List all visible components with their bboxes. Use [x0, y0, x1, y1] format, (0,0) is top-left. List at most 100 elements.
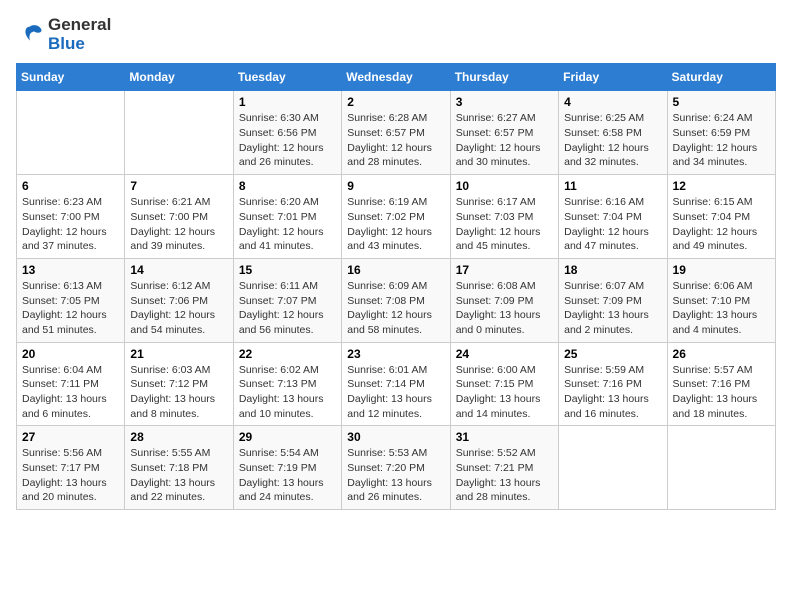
day-number: 1: [239, 95, 336, 109]
day-of-week-header: Monday: [125, 64, 233, 91]
calendar-cell: 21 Sunrise: 6:03 AM Sunset: 7:12 PM Dayli…: [125, 342, 233, 426]
calendar-cell: 15Sunrise: 6:11 AM Sunset: 7:07 PM Dayli…: [233, 258, 341, 342]
calendar-cell: [17, 91, 125, 175]
day-info: Sunrise: 6:24 AM Sunset: 6:59 PM Dayligh…: [673, 111, 770, 170]
day-of-week-header: Saturday: [667, 64, 775, 91]
day-number: 6: [22, 179, 119, 193]
calendar-cell: 28 Sunrise: 5:55 AM Sunset: 7:18 PM Dayli…: [125, 426, 233, 510]
day-number: 7: [130, 179, 227, 193]
day-number: 30: [347, 430, 444, 444]
calendar-cell: 17Sunrise: 6:08 AM Sunset: 7:09 PM Dayli…: [450, 258, 558, 342]
calendar-cell: 26Sunrise: 5:57 AM Sunset: 7:16 PM Dayli…: [667, 342, 775, 426]
day-number: 10: [456, 179, 553, 193]
day-info: Sunrise: 5:57 AM Sunset: 7:16 PM Dayligh…: [673, 363, 770, 422]
calendar-cell: 29 Sunrise: 5:54 AM Sunset: 7:19 PM Dayli…: [233, 426, 341, 510]
day-info: Sunrise: 6:16 AM Sunset: 7:04 PM Dayligh…: [564, 195, 661, 254]
day-info: Sunrise: 6:06 AM Sunset: 7:10 PM Dayligh…: [673, 279, 770, 338]
calendar-week-row: 6 Sunrise: 6:23 AM Sunset: 7:00 PM Daylig…: [17, 175, 776, 259]
calendar-header: SundayMondayTuesdayWednesdayThursdayFrid…: [17, 64, 776, 91]
day-info: Sunrise: 5:59 AM Sunset: 7:16 PM Dayligh…: [564, 363, 661, 422]
calendar-week-row: 13 Sunrise: 6:13 AM Sunset: 7:05 PM Dayli…: [17, 258, 776, 342]
day-info: Sunrise: 5:56 AM Sunset: 7:17 PM Dayligh…: [22, 446, 119, 505]
calendar-cell: 1Sunrise: 6:30 AM Sunset: 6:56 PM Daylig…: [233, 91, 341, 175]
page-header: General Blue: [16, 16, 776, 53]
calendar-cell: 30 Sunrise: 5:53 AM Sunset: 7:20 PM Dayli…: [342, 426, 450, 510]
day-number: 3: [456, 95, 553, 109]
day-number: 13: [22, 263, 119, 277]
calendar-cell: [667, 426, 775, 510]
day-number: 23: [347, 347, 444, 361]
calendar-cell: 31 Sunrise: 5:52 AM Sunset: 7:21 PM Dayli…: [450, 426, 558, 510]
day-info: Sunrise: 5:53 AM Sunset: 7:20 PM Dayligh…: [347, 446, 444, 505]
day-info: Sunrise: 6:07 AM Sunset: 7:09 PM Dayligh…: [564, 279, 661, 338]
logo-line1: General: [48, 16, 111, 35]
day-number: 25: [564, 347, 661, 361]
calendar-cell: 11 Sunrise: 6:16 AM Sunset: 7:04 PM Dayli…: [559, 175, 667, 259]
days-of-week-row: SundayMondayTuesdayWednesdayThursdayFrid…: [17, 64, 776, 91]
calendar-table: SundayMondayTuesdayWednesdayThursdayFrid…: [16, 63, 776, 510]
day-info: Sunrise: 6:02 AM Sunset: 7:13 PM Dayligh…: [239, 363, 336, 422]
day-info: Sunrise: 6:28 AM Sunset: 6:57 PM Dayligh…: [347, 111, 444, 170]
calendar-cell: 7 Sunrise: 6:21 AM Sunset: 7:00 PM Daylig…: [125, 175, 233, 259]
calendar-cell: 4 Sunrise: 6:25 AM Sunset: 6:58 PM Daylig…: [559, 91, 667, 175]
day-info: Sunrise: 6:15 AM Sunset: 7:04 PM Dayligh…: [673, 195, 770, 254]
calendar-week-row: 1Sunrise: 6:30 AM Sunset: 6:56 PM Daylig…: [17, 91, 776, 175]
day-number: 16: [347, 263, 444, 277]
day-info: Sunrise: 6:25 AM Sunset: 6:58 PM Dayligh…: [564, 111, 661, 170]
calendar-cell: 2 Sunrise: 6:28 AM Sunset: 6:57 PM Daylig…: [342, 91, 450, 175]
day-info: Sunrise: 5:54 AM Sunset: 7:19 PM Dayligh…: [239, 446, 336, 505]
calendar-cell: 18 Sunrise: 6:07 AM Sunset: 7:09 PM Dayli…: [559, 258, 667, 342]
day-of-week-header: Thursday: [450, 64, 558, 91]
logo-line2: Blue: [48, 35, 111, 54]
day-info: Sunrise: 6:19 AM Sunset: 7:02 PM Dayligh…: [347, 195, 444, 254]
calendar-cell: 12 Sunrise: 6:15 AM Sunset: 7:04 PM Dayli…: [667, 175, 775, 259]
day-info: Sunrise: 5:55 AM Sunset: 7:18 PM Dayligh…: [130, 446, 227, 505]
calendar-cell: 5 Sunrise: 6:24 AM Sunset: 6:59 PM Daylig…: [667, 91, 775, 175]
calendar-cell: 3 Sunrise: 6:27 AM Sunset: 6:57 PM Daylig…: [450, 91, 558, 175]
day-number: 21: [130, 347, 227, 361]
calendar-cell: 19Sunrise: 6:06 AM Sunset: 7:10 PM Dayli…: [667, 258, 775, 342]
day-number: 22: [239, 347, 336, 361]
day-number: 31: [456, 430, 553, 444]
day-number: 14: [130, 263, 227, 277]
calendar-cell: 10 Sunrise: 6:17 AM Sunset: 7:03 PM Dayli…: [450, 175, 558, 259]
day-number: 29: [239, 430, 336, 444]
day-number: 5: [673, 95, 770, 109]
day-info: Sunrise: 6:03 AM Sunset: 7:12 PM Dayligh…: [130, 363, 227, 422]
day-number: 11: [564, 179, 661, 193]
day-number: 12: [673, 179, 770, 193]
day-number: 8: [239, 179, 336, 193]
day-info: Sunrise: 6:12 AM Sunset: 7:06 PM Dayligh…: [130, 279, 227, 338]
calendar-cell: 22 Sunrise: 6:02 AM Sunset: 7:13 PM Dayli…: [233, 342, 341, 426]
day-number: 18: [564, 263, 661, 277]
day-number: 24: [456, 347, 553, 361]
day-number: 2: [347, 95, 444, 109]
calendar-cell: 25 Sunrise: 5:59 AM Sunset: 7:16 PM Dayli…: [559, 342, 667, 426]
day-of-week-header: Sunday: [17, 64, 125, 91]
day-info: Sunrise: 5:52 AM Sunset: 7:21 PM Dayligh…: [456, 446, 553, 505]
logo: General Blue: [16, 16, 111, 53]
calendar-body: 1Sunrise: 6:30 AM Sunset: 6:56 PM Daylig…: [17, 91, 776, 510]
day-info: Sunrise: 6:23 AM Sunset: 7:00 PM Dayligh…: [22, 195, 119, 254]
calendar-cell: 14 Sunrise: 6:12 AM Sunset: 7:06 PM Dayli…: [125, 258, 233, 342]
calendar-cell: 6 Sunrise: 6:23 AM Sunset: 7:00 PM Daylig…: [17, 175, 125, 259]
day-number: 4: [564, 95, 661, 109]
day-info: Sunrise: 6:27 AM Sunset: 6:57 PM Dayligh…: [456, 111, 553, 170]
calendar-cell: 9 Sunrise: 6:19 AM Sunset: 7:02 PM Daylig…: [342, 175, 450, 259]
day-info: Sunrise: 6:21 AM Sunset: 7:00 PM Dayligh…: [130, 195, 227, 254]
day-info: Sunrise: 6:17 AM Sunset: 7:03 PM Dayligh…: [456, 195, 553, 254]
day-number: 27: [22, 430, 119, 444]
day-of-week-header: Tuesday: [233, 64, 341, 91]
day-number: 28: [130, 430, 227, 444]
calendar-cell: [559, 426, 667, 510]
day-info: Sunrise: 6:04 AM Sunset: 7:11 PM Dayligh…: [22, 363, 119, 422]
day-number: 9: [347, 179, 444, 193]
calendar-week-row: 27 Sunrise: 5:56 AM Sunset: 7:17 PM Dayli…: [17, 426, 776, 510]
calendar-cell: 8Sunrise: 6:20 AM Sunset: 7:01 PM Daylig…: [233, 175, 341, 259]
day-info: Sunrise: 6:13 AM Sunset: 7:05 PM Dayligh…: [22, 279, 119, 338]
day-number: 20: [22, 347, 119, 361]
day-info: Sunrise: 6:01 AM Sunset: 7:14 PM Dayligh…: [347, 363, 444, 422]
logo-bird-icon: [16, 21, 44, 49]
day-of-week-header: Friday: [559, 64, 667, 91]
calendar-cell: 16Sunrise: 6:09 AM Sunset: 7:08 PM Dayli…: [342, 258, 450, 342]
